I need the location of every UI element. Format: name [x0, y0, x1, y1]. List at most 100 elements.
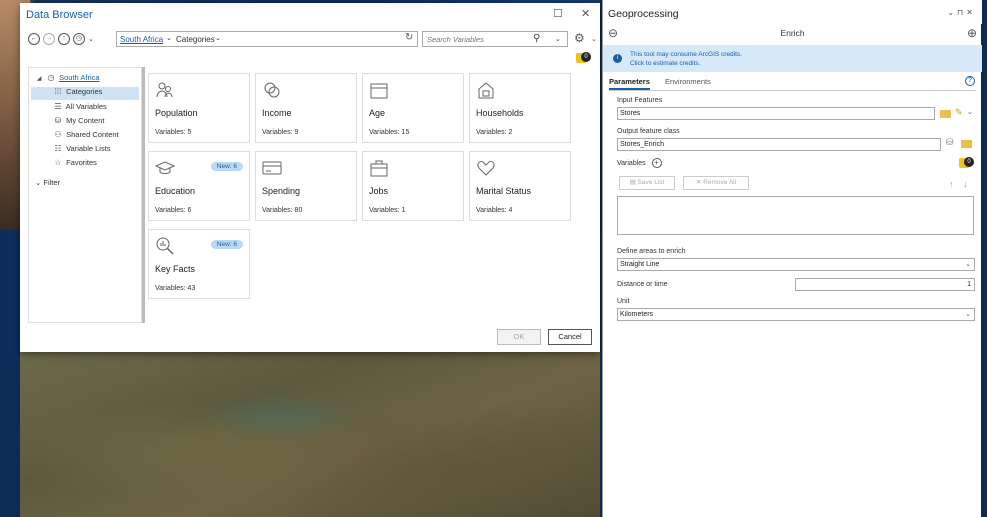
- variables-credits-badge[interactable]: 0: [959, 157, 974, 168]
- breadcrumb-south-africa[interactable]: South Africa: [120, 35, 163, 44]
- save-list-button[interactable]: ▤ Save List: [619, 176, 675, 190]
- search-input[interactable]: [427, 35, 527, 44]
- card-count: Variables: 4: [476, 207, 513, 214]
- search-options-caret-icon[interactable]: ⌄: [555, 35, 561, 43]
- pencil-caret-icon[interactable]: ⌄: [967, 108, 973, 116]
- people-icon: ⚇: [54, 130, 62, 139]
- distance-label: Distance or time: [617, 281, 668, 288]
- star-icon: ☆: [54, 158, 62, 167]
- card-count: Variables: 1: [369, 207, 406, 214]
- credits-info-banner[interactable]: i This tool may consume ArcGIS credits. …: [603, 45, 982, 72]
- tree-item-favorites[interactable]: ☆ Favorites: [52, 158, 97, 171]
- category-card-spending[interactable]: Spending Variables: 80: [255, 151, 357, 221]
- info-line-2[interactable]: Click to estimate credits.: [630, 60, 700, 67]
- tree-item-variable-lists[interactable]: ☷ Variable Lists: [52, 144, 111, 157]
- filter-label: Filter: [43, 178, 61, 187]
- tree-item-label: All Variables: [65, 102, 107, 111]
- input-features-field[interactable]: Stores: [617, 107, 935, 120]
- category-card-households[interactable]: Households Variables: 2: [469, 73, 571, 143]
- output-feature-class-label: Output feature class: [617, 128, 680, 135]
- tree-item-label: Favorites: [66, 158, 97, 167]
- category-tree: ◢ ◷ South Africa ⁞⁞⁞ Categories ☰ All Var…: [28, 67, 142, 323]
- variables-label: Variables +: [617, 158, 662, 168]
- folder-icon[interactable]: [961, 140, 972, 148]
- tree-item-label: Variable Lists: [66, 144, 111, 153]
- chevron-down-icon: ⌄: [965, 261, 971, 268]
- pane-controls[interactable]: ⌄⊓✕: [947, 8, 976, 17]
- info-line-1: This tool may consume ArcGIS credits.: [630, 51, 742, 58]
- refresh-icon[interactable]: ↻: [405, 32, 417, 45]
- tree-item-south-africa[interactable]: ◢ ◷ South Africa: [33, 73, 100, 86]
- breadcrumb-categories[interactable]: Categories: [176, 35, 215, 44]
- pin-icon[interactable]: ⊓: [957, 8, 966, 17]
- history-caret-icon[interactable]: ⌄: [88, 35, 94, 43]
- people-icon: [156, 82, 173, 98]
- define-areas-label: Define areas to enrich: [617, 248, 686, 255]
- map-view-imagery[interactable]: [20, 350, 600, 517]
- category-card-jobs[interactable]: Jobs Variables: 1: [362, 151, 464, 221]
- tab-environments[interactable]: Environments: [665, 77, 711, 86]
- move-down-icon[interactable]: ↓: [963, 179, 968, 189]
- list-lines-icon: ☷: [54, 144, 62, 153]
- up-icon[interactable]: ↑: [58, 33, 70, 45]
- breadcrumb-caret-icon[interactable]: ⌄: [215, 34, 221, 42]
- category-card-population[interactable]: Population Variables: 5: [148, 73, 250, 143]
- card-title: Spending: [262, 186, 301, 196]
- distance-input[interactable]: 1: [795, 278, 975, 291]
- move-up-icon[interactable]: ↑: [949, 179, 954, 189]
- close-button[interactable]: ✕: [581, 7, 590, 20]
- maximize-button[interactable]: ☐: [553, 7, 563, 20]
- calendar-icon: [370, 83, 388, 99]
- gear-caret-icon[interactable]: ⌄: [591, 35, 597, 43]
- panel-splitter[interactable]: [142, 67, 145, 323]
- breadcrumb-chevron-icon[interactable]: ⌄: [166, 34, 172, 42]
- tree-item-label: Shared Content: [66, 130, 119, 139]
- filter-toggle[interactable]: ⌄ Filter: [35, 178, 60, 187]
- pane-title: Geoprocessing: [608, 8, 679, 20]
- category-card-income[interactable]: Income Variables: 9: [255, 73, 357, 143]
- card-count: Variables: 6: [155, 207, 192, 214]
- card-count: Variables: 5: [155, 129, 192, 136]
- tab-parameters[interactable]: Parameters: [609, 77, 650, 90]
- category-card-age[interactable]: Age Variables: 15: [362, 73, 464, 143]
- pane-menu-caret-icon[interactable]: ⌄: [947, 8, 957, 17]
- unit-label: Unit: [617, 298, 630, 305]
- folder-icon[interactable]: [940, 110, 951, 118]
- card-title: Age: [369, 108, 386, 118]
- help-icon[interactable]: ?: [965, 76, 975, 86]
- collapse-triangle-icon[interactable]: ◢: [33, 75, 45, 82]
- back-icon[interactable]: ←: [28, 33, 40, 45]
- category-card-education[interactable]: New: 6 Education Variables: 6: [148, 151, 250, 221]
- database-link-icon[interactable]: ⛁: [946, 137, 954, 148]
- close-icon[interactable]: ✕: [966, 8, 976, 17]
- category-card-key-facts[interactable]: New: 6 Key Facts Variables: 43: [148, 229, 250, 299]
- geoprocessing-pane: Geoprocessing ⌄⊓✕ ⊖ Enrich ⊕ i This tool…: [602, 0, 982, 517]
- add-circle-icon[interactable]: ⊕: [967, 26, 977, 40]
- gear-icon[interactable]: ⚙: [574, 31, 585, 45]
- forward-icon[interactable]: →: [43, 33, 55, 45]
- cancel-button[interactable]: Cancel: [548, 329, 592, 345]
- variables-list-box[interactable]: [617, 196, 974, 235]
- add-variables-icon[interactable]: +: [651, 158, 662, 168]
- tree-item-shared-content[interactable]: ⚇ Shared Content: [52, 130, 119, 143]
- card-title: Population: [155, 108, 198, 118]
- credits-badge[interactable]: 0: [576, 52, 591, 63]
- tree-item-categories[interactable]: ⁞⁞⁞ Categories: [31, 87, 139, 100]
- tree-item-label: My Content: [66, 116, 105, 125]
- category-card-marital-status[interactable]: Marital Status Variables: 4: [469, 151, 571, 221]
- ok-button[interactable]: OK: [497, 329, 541, 345]
- graduation-cap-icon: [155, 161, 175, 174]
- data-browser-dialog: Data Browser ☐ ✕ ← → ↑ ◷ ⌄ South Africa …: [20, 3, 600, 352]
- card-count: Variables: 43: [155, 285, 196, 292]
- remove-all-button[interactable]: ✕ Remove All: [683, 176, 749, 190]
- pencil-icon[interactable]: ✎: [955, 107, 963, 118]
- history-icon[interactable]: ◷: [73, 33, 85, 45]
- search-box[interactable]: ⚲ ⌄: [422, 31, 568, 47]
- unit-select[interactable]: Kilometers ⌄: [617, 308, 975, 321]
- output-feature-class-field[interactable]: Stores_Enrich: [617, 138, 941, 151]
- search-icon[interactable]: ⚲: [533, 33, 540, 44]
- tree-item-my-content[interactable]: ⛁ My Content: [52, 116, 105, 129]
- save-list-icon: ▤: [629, 179, 638, 186]
- define-areas-select[interactable]: Straight Line ⌄: [617, 258, 975, 271]
- tree-item-all-variables[interactable]: ☰ All Variables: [52, 102, 107, 115]
